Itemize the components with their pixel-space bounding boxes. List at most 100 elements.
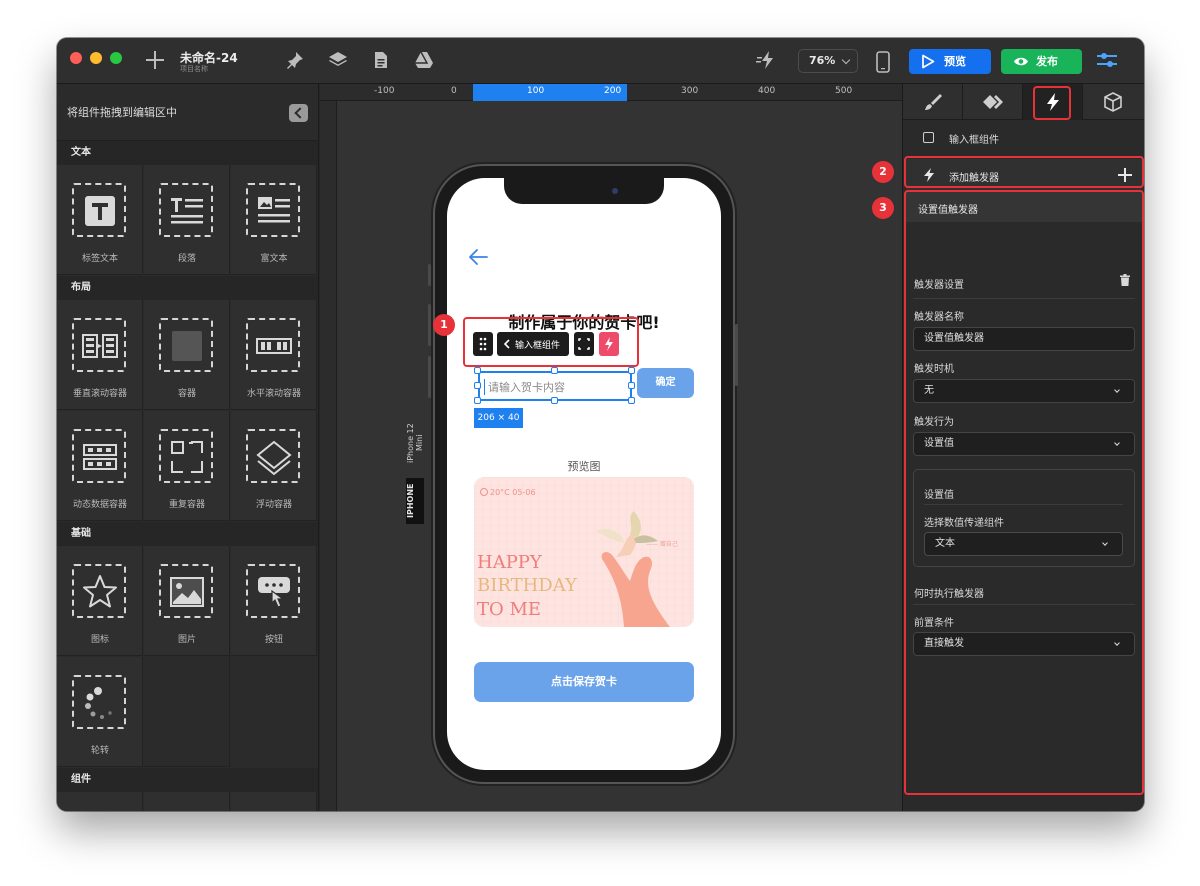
editor-canvas[interactable]: -100 0 100 200 300 400 500 iPhone 12 Min…: [320, 84, 902, 811]
tab-style[interactable]: [903, 84, 963, 120]
component-placeholder[interactable]: [231, 792, 317, 811]
device-tag: IPHONE: [406, 478, 424, 524]
component-label: 垂直滚动容器: [72, 389, 127, 399]
resize-handle[interactable]: [474, 382, 481, 389]
phone-mute-switch: [428, 264, 431, 286]
resize-handle[interactable]: [551, 397, 558, 404]
resize-handle[interactable]: [628, 382, 635, 389]
back-arrow-icon[interactable]: [467, 248, 489, 266]
card-line-birthday: BIRTHDAY: [477, 575, 577, 596]
resize-handle[interactable]: [474, 397, 481, 404]
selected-component-row[interactable]: 输入框组件: [903, 120, 1144, 156]
phone-screen[interactable]: 制作属于你的贺卡吧! 输入框组件 请输入贺卡内容 确定 206 × 40 预览图…: [447, 178, 721, 770]
horizontal-scroll-icon: [256, 338, 292, 354]
title-bar: 未命名-24 项目名称 76% 预览 发布: [57, 38, 1144, 84]
confirm-button[interactable]: 确定: [637, 368, 694, 398]
phone-power-button: [735, 324, 738, 386]
card-line-to-me: TO ME: [477, 599, 542, 620]
resize-handle[interactable]: [628, 397, 635, 404]
layers-icon[interactable]: [328, 50, 348, 70]
collapse-panel-button[interactable]: [289, 104, 308, 122]
vertical-ruler: [320, 101, 337, 811]
document-subtitle: 项目名称: [180, 65, 208, 73]
component-paragraph[interactable]: 段落: [144, 165, 230, 275]
resize-handle[interactable]: [551, 367, 558, 374]
new-project-plus-icon[interactable]: [143, 48, 167, 72]
ruler-tick: 100: [527, 86, 545, 96]
component-label-text[interactable]: 标签文本: [57, 165, 143, 275]
component-label: 容器: [177, 389, 196, 399]
drive-icon[interactable]: [414, 50, 434, 70]
greeting-card-preview: 20°C 05-06 —— 赠自己 HAPPY BIRTHDAY TO ME: [474, 477, 694, 627]
component-label: 重复容器: [168, 500, 205, 510]
annotation-marker-3: 3: [872, 197, 894, 219]
resize-handle[interactable]: [628, 367, 635, 374]
component-checkbox[interactable]: [923, 132, 934, 143]
component-vertical-scroll[interactable]: 垂直滚动容器: [57, 300, 143, 410]
component-label: 水平滚动容器: [246, 389, 301, 399]
close-window-button[interactable]: [70, 52, 82, 64]
publish-button[interactable]: 发布: [1001, 49, 1082, 74]
repeat-icon: [171, 441, 203, 473]
ruler-tick: 400: [758, 86, 776, 96]
component-floating[interactable]: 浮动容器: [231, 411, 317, 521]
tab-interaction[interactable]: [963, 84, 1023, 120]
diamond-icon: [983, 95, 1003, 109]
component-rich-text[interactable]: 富文本: [231, 165, 317, 275]
preview-button[interactable]: 预览: [909, 49, 991, 74]
device-name: iPhone 12 Mini: [406, 423, 424, 463]
minimize-window-button[interactable]: [90, 52, 102, 64]
maximize-window-button[interactable]: [110, 52, 122, 64]
component-placeholder[interactable]: [57, 792, 143, 811]
tab-data[interactable]: [1083, 84, 1143, 120]
play-icon: [922, 54, 935, 69]
card-line-happy: HAPPY: [477, 552, 542, 573]
button-click-icon: [258, 577, 290, 608]
container-icon: [172, 331, 202, 361]
device-label: iPhone 12 Mini IPHONE: [406, 414, 424, 524]
app-window: 未命名-24 项目名称 76% 预览 发布 将组件拖拽到编辑区中 文本 标签文本…: [57, 38, 1144, 811]
text-cursor: [484, 379, 485, 395]
resize-handle[interactable]: [474, 367, 481, 374]
component-dynamic-data[interactable]: 动态数据容器: [57, 411, 143, 521]
camera-icon: [612, 188, 618, 194]
ruler-tick: 0: [451, 86, 457, 96]
selected-component-label: 输入框组件: [949, 135, 999, 146]
component-horizontal-scroll[interactable]: 水平滚动容器: [231, 300, 317, 410]
chevron-down-icon: [841, 55, 851, 65]
ruler-tick: 300: [681, 86, 699, 96]
component-image[interactable]: 图片: [144, 546, 230, 656]
properties-panel: 输入框组件 添加触发器 设置值触发器 触发器设置 触发器名称 设置值触发器 触发…: [902, 84, 1144, 811]
components-panel-header: 将组件拖拽到编辑区中: [57, 84, 318, 141]
input-placeholder: 请输入贺卡内容: [488, 381, 565, 394]
annotation-box-2: [904, 156, 1144, 188]
pin-icon[interactable]: [285, 50, 305, 70]
device-phone-icon[interactable]: [875, 51, 895, 73]
save-card-button[interactable]: 点击保存贺卡: [474, 662, 694, 702]
rich-text-icon: [258, 197, 290, 223]
zoom-dropdown[interactable]: 76%: [798, 49, 858, 73]
image-icon: [170, 577, 204, 607]
publish-button-label: 发布: [1036, 55, 1058, 68]
horizontal-ruler: -100 0 100 200 300 400 500: [320, 84, 902, 101]
component-label: 轮转: [90, 746, 109, 756]
eye-icon: [1014, 57, 1028, 66]
ruler-tick: 200: [604, 86, 622, 96]
component-label: 段落: [177, 254, 196, 264]
phone-notch: [504, 178, 664, 204]
sliders-icon[interactable]: [1096, 50, 1117, 70]
component-icon[interactable]: 图标: [57, 546, 143, 656]
document-icon[interactable]: [371, 50, 391, 70]
component-repeat[interactable]: 重复容器: [144, 411, 230, 521]
ruler-tick: -100: [374, 86, 395, 96]
annotation-box-3: [904, 190, 1144, 795]
lightning-lines-icon[interactable]: [756, 50, 776, 70]
phone-frame: 制作属于你的贺卡吧! 输入框组件 请输入贺卡内容 确定 206 × 40 预览图…: [433, 164, 735, 784]
zoom-value: 76%: [809, 54, 836, 67]
component-container[interactable]: 容器: [144, 300, 230, 410]
cube-icon: [1104, 92, 1122, 112]
component-button[interactable]: 按钮: [231, 546, 317, 656]
component-placeholder[interactable]: [144, 792, 230, 811]
dynamic-data-icon: [83, 444, 117, 470]
component-carousel[interactable]: 轮转: [57, 657, 143, 767]
